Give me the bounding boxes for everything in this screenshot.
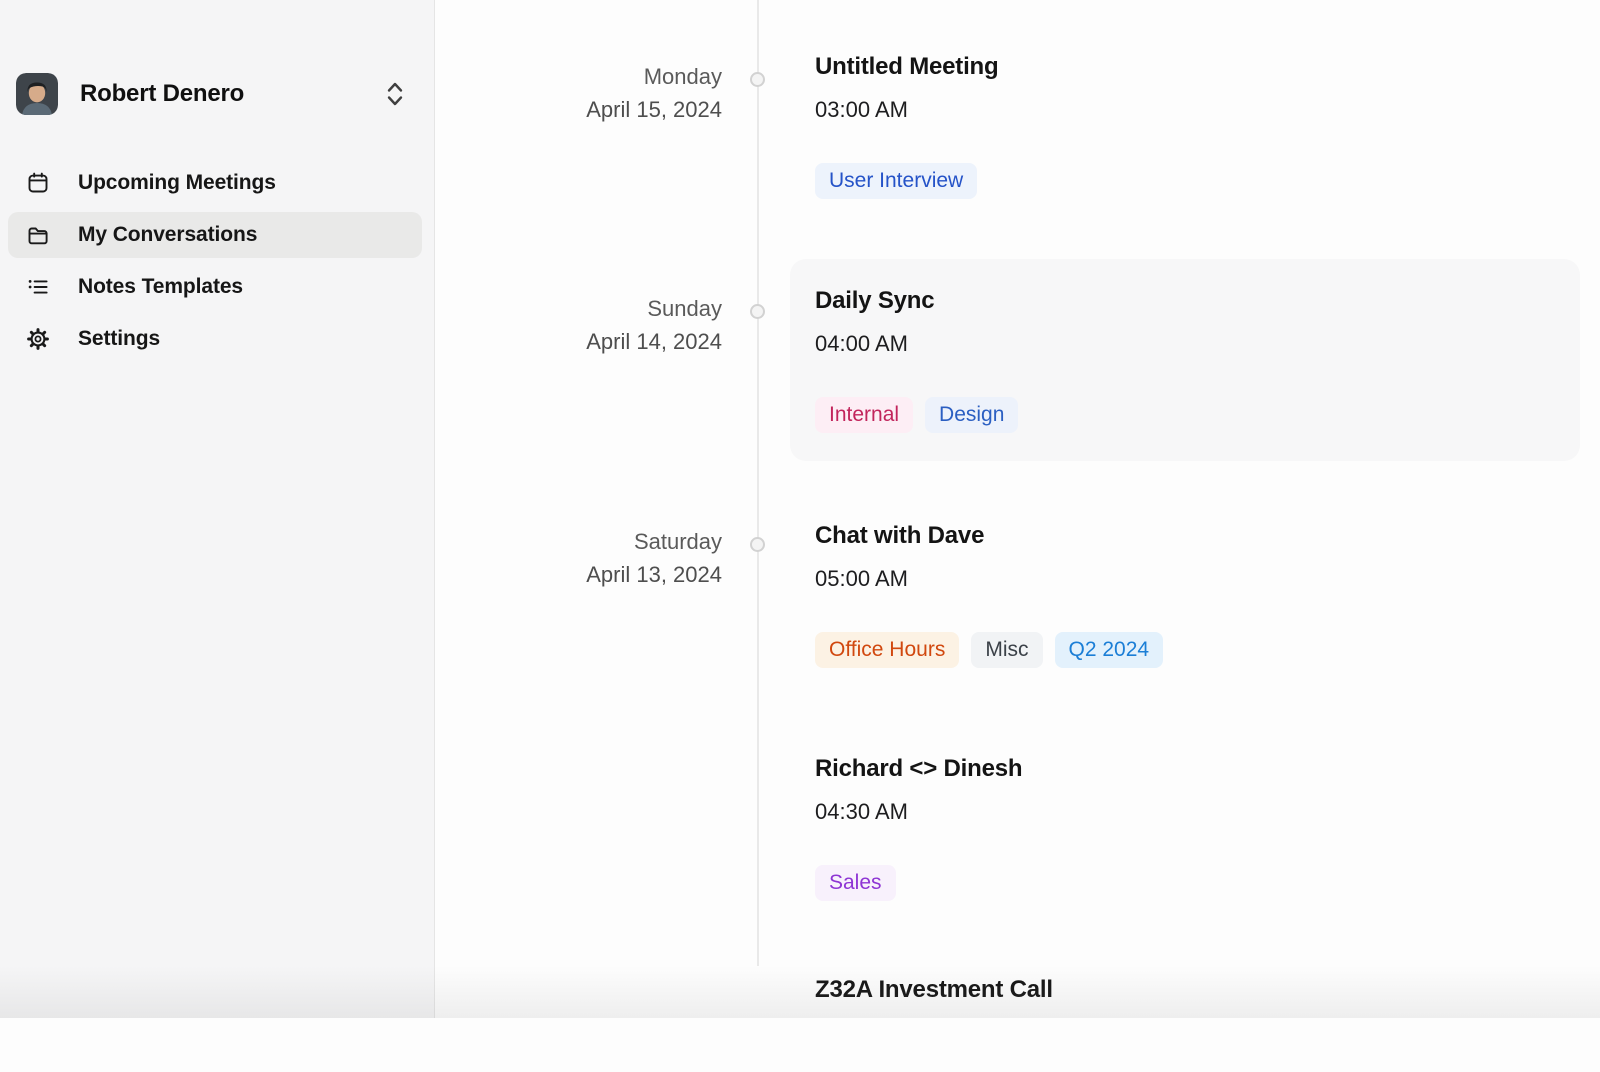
date-day: Monday [586,60,722,93]
sidebar-item-label: Settings [78,327,160,351]
sidebar-item-label: Notes Templates [78,275,243,299]
gear-icon [26,327,50,351]
meeting-entry-daily-sync[interactable]: Daily Sync 04:00 AM Internal Design [790,259,1580,461]
sidebar-item-label: My Conversations [78,223,257,247]
calendar-icon [26,171,50,195]
sidebar-item-settings[interactable]: Settings [8,316,422,362]
sidebar-item-upcoming-meetings[interactable]: Upcoming Meetings [8,160,422,206]
meeting-time: 03:00 AM [815,96,1555,124]
sidebar-nav: Upcoming Meetings My Conversations [8,160,422,368]
timeline-line [757,0,759,966]
list-icon [26,275,50,299]
sidebar-item-notes-templates[interactable]: Notes Templates [8,264,422,310]
tag-sales[interactable]: Sales [815,865,896,901]
meeting-entry-z32a-investment-call[interactable]: Z32A Investment Call [790,948,1580,1072]
meeting-entry-richard-dinesh[interactable]: Richard <> Dinesh 04:30 AM Sales [790,727,1580,929]
tag-misc[interactable]: Misc [971,632,1042,668]
meeting-tags: Office Hours Misc Q2 2024 [815,632,1555,668]
tag-user-interview[interactable]: User Interview [815,163,977,199]
sidebar-item-my-conversations[interactable]: My Conversations [8,212,422,258]
tag-q2-2024[interactable]: Q2 2024 [1055,632,1164,668]
date-full: April 13, 2024 [586,558,722,591]
app-root: Monday April 15, 2024 Sunday April 14, 2… [0,0,1600,1018]
meeting-time: 04:00 AM [815,330,1555,358]
avatar [16,73,58,115]
sidebar: Robert Denero Upcoming Meet [0,0,435,1018]
timeline-dot [750,537,765,552]
sidebar-item-label: Upcoming Meetings [78,171,276,195]
meeting-title: Richard <> Dinesh [815,754,1555,784]
folder-icon [26,223,50,247]
date-full: April 15, 2024 [586,93,722,126]
date-label-group: Saturday April 13, 2024 [586,525,722,591]
tag-design[interactable]: Design [925,397,1018,433]
meeting-title: Daily Sync [815,286,1555,316]
date-full: April 14, 2024 [586,325,722,358]
meeting-tags: Internal Design [815,397,1555,433]
meeting-time: 05:00 AM [815,565,1555,593]
chevron-up-down-icon[interactable] [384,79,406,109]
meeting-entry-untitled-meeting[interactable]: Untitled Meeting 03:00 AM User Interview [790,25,1580,227]
meeting-title: Z32A Investment Call [815,975,1555,1005]
tag-internal[interactable]: Internal [815,397,913,433]
date-label-group: Sunday April 14, 2024 [586,292,722,358]
tag-office-hours[interactable]: Office Hours [815,632,959,668]
timeline-dot [750,304,765,319]
timeline-dot [750,72,765,87]
meeting-entry-chat-with-dave[interactable]: Chat with Dave 05:00 AM Office Hours Misc… [790,494,1580,696]
user-profile-selector[interactable]: Robert Denero [16,72,420,116]
date-label-group: Monday April 15, 2024 [586,60,722,126]
date-day: Saturday [586,525,722,558]
meeting-title: Chat with Dave [815,521,1555,551]
meeting-tags: Sales [815,865,1555,901]
meeting-time: 04:30 AM [815,798,1555,826]
meeting-title: Untitled Meeting [815,52,1555,82]
user-name: Robert Denero [80,80,384,108]
date-day: Sunday [586,292,722,325]
meeting-tags: User Interview [815,163,1555,199]
